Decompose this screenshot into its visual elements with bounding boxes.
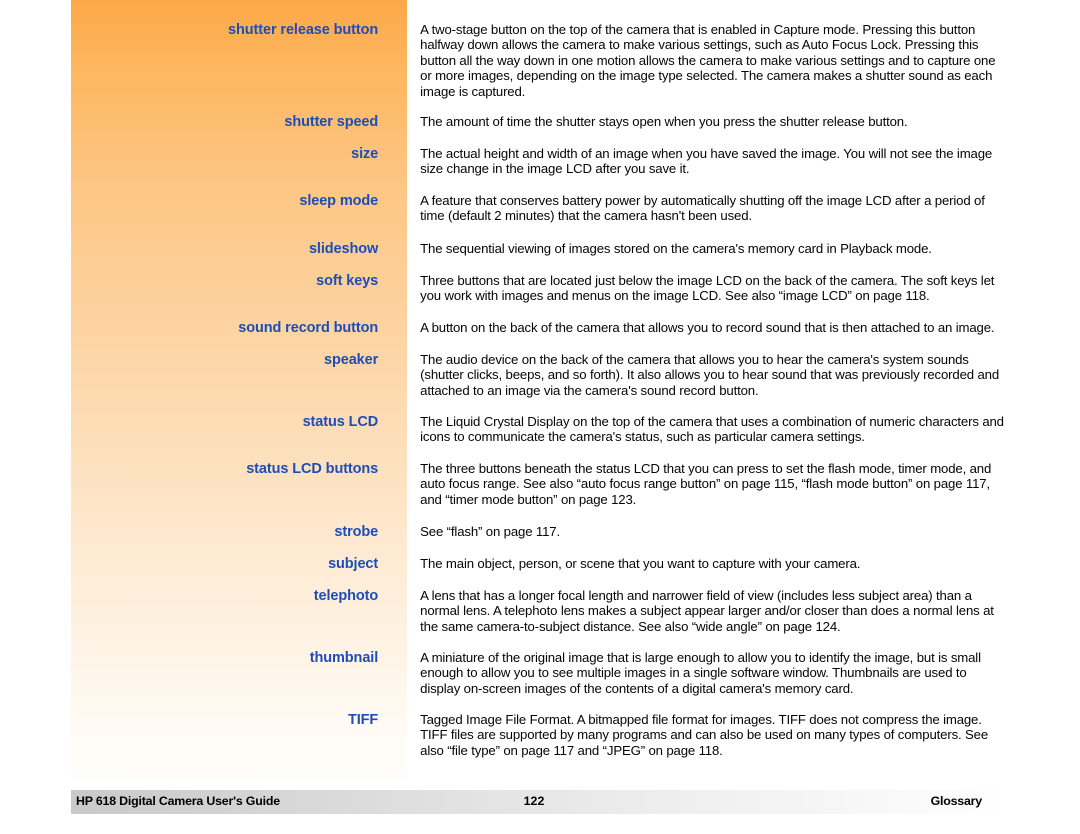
glossary-term: sleep mode — [299, 193, 379, 209]
glossary-definition: The actual height and width of an image … — [420, 146, 993, 177]
glossary-definition: The Liquid Crystal Display on the top of… — [420, 414, 1004, 445]
glossary-entry: sound record button A button on the back … — [71, 320, 1008, 337]
glossary-entry: sleep mode A feature that conserves batte… — [71, 193, 1008, 224]
glossary-definition: The audio device on the back of the came… — [420, 352, 1000, 398]
glossary-term: shutter speed — [284, 114, 379, 130]
glossary-term: shutter release button — [228, 22, 379, 38]
glossary-term: status LCD buttons — [246, 461, 379, 477]
glossary-entry: thumbnail A miniature of the original ima… — [71, 650, 1008, 696]
glossary-term: telephoto — [313, 588, 379, 604]
glossary-definition: A lens that has a longer focal length an… — [420, 588, 994, 634]
glossary-entry: TIFF Tagged Image File Format. A bitmappe… — [71, 712, 1008, 758]
glossary-definition: A feature that conserves battery power b… — [420, 193, 985, 224]
glossary-definition: A two-stage button on the top of the cam… — [420, 22, 996, 99]
glossary-term: TIFF — [347, 712, 379, 728]
glossary-entry: status LCD The Liquid Crystal Display on … — [71, 414, 1008, 445]
glossary-entry: status LCD buttons The three buttons bene… — [71, 461, 1008, 507]
glossary-definition: Tagged Image File Format. A bitmapped fi… — [420, 712, 989, 758]
glossary-term: sound record button — [238, 320, 379, 336]
glossary-entry: telephoto A lens that has a longer focal … — [71, 588, 1008, 634]
glossary-definition: The amount of time the shutter stays ope… — [420, 114, 908, 129]
glossary-definition: A miniature of the original image that i… — [420, 650, 981, 696]
glossary-definition: The sequential viewing of images stored … — [420, 241, 932, 256]
glossary-definition: Three buttons that are located just belo… — [420, 273, 995, 304]
glossary-definition: The three buttons beneath the status LCD… — [420, 461, 992, 507]
glossary-term: subject — [328, 556, 379, 572]
glossary-term: soft keys — [316, 273, 379, 289]
document-page: shutter release button A two-stage button… — [0, 0, 1080, 834]
glossary-entry: size The actual height and width of an im… — [71, 146, 1008, 177]
glossary-term: slideshow — [308, 241, 379, 257]
glossary-term: size — [351, 146, 379, 162]
footer-section-name: Glossary — [930, 794, 983, 808]
glossary-entry: soft keys Three buttons that are located … — [71, 273, 1008, 304]
glossary-definition: A button on the back of the camera that … — [420, 320, 995, 335]
glossary-definition: The main object, person, or scene that y… — [420, 556, 861, 571]
glossary-term: speaker — [324, 352, 379, 368]
glossary-term: thumbnail — [309, 650, 379, 666]
glossary-entry: strobe See “flash” on page 117. — [71, 524, 1008, 541]
glossary-entry: speaker The audio device on the back of t… — [71, 352, 1008, 398]
footer-page-number: 122 — [523, 794, 545, 808]
glossary-entry: shutter speed The amount of time the shut… — [71, 114, 1008, 131]
glossary-entry: subject The main object, person, or scene… — [71, 556, 1008, 573]
glossary-definition: See “flash” on page 117. — [420, 524, 560, 539]
page-footer: HP 618 Digital Camera User's Guide 122 G… — [71, 790, 1008, 814]
glossary-entry: slideshow The sequential viewing of image… — [71, 241, 1008, 258]
glossary-entry: shutter release button A two-stage button… — [71, 22, 1008, 99]
glossary-term: status LCD — [302, 414, 379, 430]
glossary-term: strobe — [334, 524, 379, 540]
